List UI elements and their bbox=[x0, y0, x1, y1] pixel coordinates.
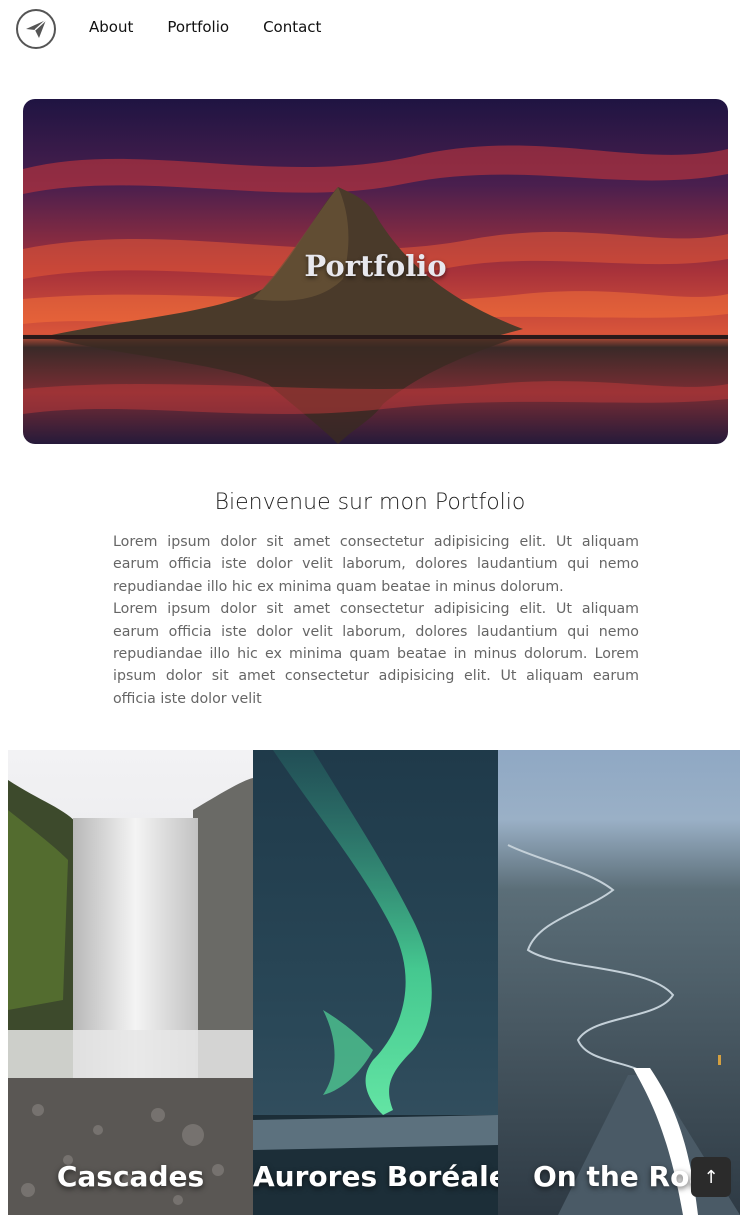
scroll-top-button[interactable]: ↑ bbox=[691, 1157, 731, 1197]
nav-link-about[interactable]: About bbox=[89, 18, 133, 36]
nav-link-contact[interactable]: Contact bbox=[263, 18, 321, 36]
arrow-up-icon: ↑ bbox=[703, 1166, 719, 1188]
intro-paragraph: Lorem ipsum dolor sit amet consectetur a… bbox=[113, 601, 639, 707]
road-image bbox=[498, 750, 740, 1215]
aurora-image bbox=[253, 750, 498, 1215]
nav-link-portfolio[interactable]: Portfolio bbox=[167, 18, 229, 36]
gallery-card-label: Cascades bbox=[56, 1160, 205, 1193]
top-navigation: About Portfolio Contact bbox=[0, 0, 740, 58]
gallery-card-on-the-road[interactable]: On the Road bbox=[498, 750, 740, 1215]
gallery-card-label: Aurores Boréales bbox=[253, 1160, 498, 1193]
hero-title: Portfolio bbox=[304, 249, 447, 283]
nav-links: About Portfolio Contact bbox=[89, 18, 321, 36]
logo[interactable] bbox=[16, 9, 56, 49]
intro-text: Lorem ipsum dolor sit amet consectetur a… bbox=[113, 531, 639, 710]
gallery-card-aurores-boreales[interactable]: Aurores Boréales bbox=[253, 750, 498, 1215]
paper-plane-icon bbox=[26, 19, 47, 38]
intro-title: Bienvenue sur mon Portfolio bbox=[214, 490, 526, 515]
gallery-card-cascades[interactable]: Cascades bbox=[8, 750, 253, 1215]
waterfall-image bbox=[8, 750, 253, 1215]
intro-paragraph: Lorem ipsum dolor sit amet consectetur a… bbox=[113, 534, 639, 595]
hero-banner: Portfolio bbox=[23, 99, 728, 444]
gallery: Cascades Aurores Boréales On the Road bbox=[8, 750, 740, 1215]
